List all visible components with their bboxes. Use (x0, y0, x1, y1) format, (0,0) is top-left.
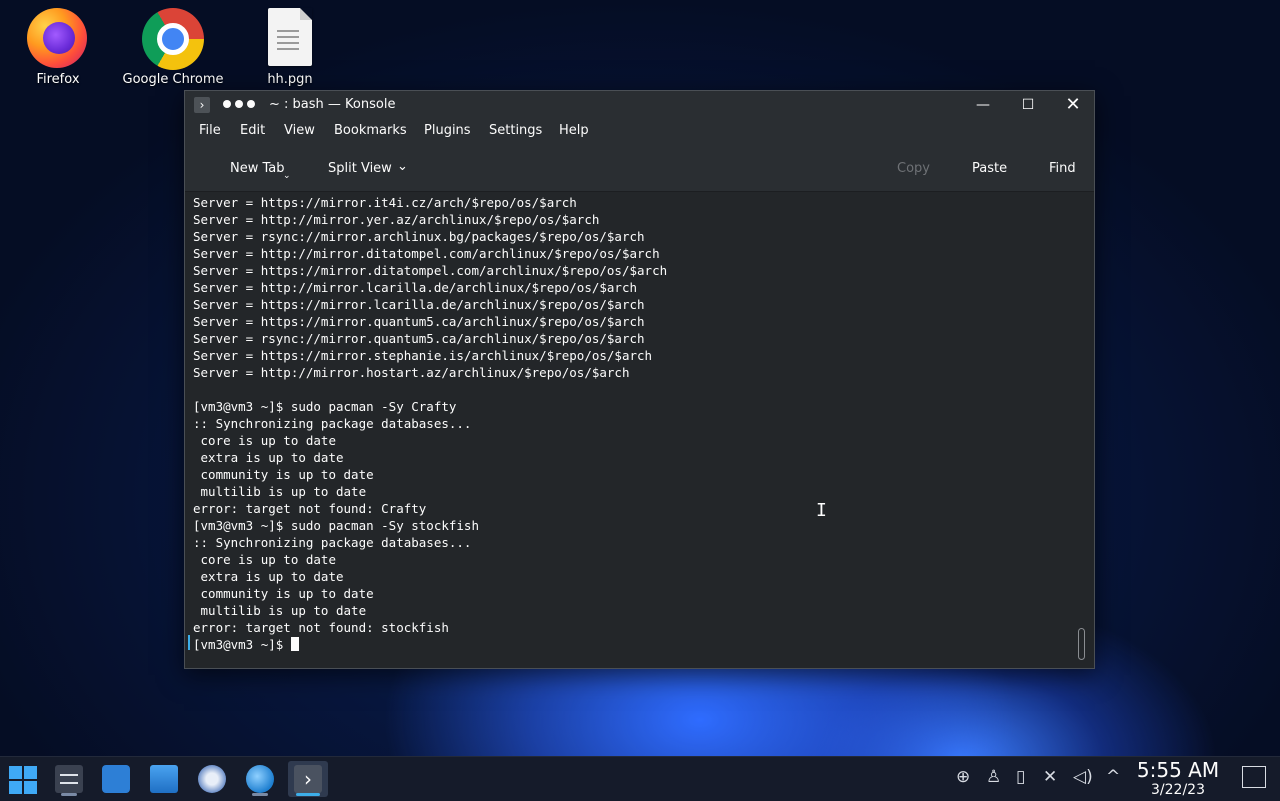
terminal-line: Server = rsync://mirror.quantum5.ca/arch… (193, 331, 645, 346)
terminal-line: Server = http://mirror.yer.az/archlinux/… (193, 212, 600, 227)
konsole-icon: › (294, 765, 322, 793)
scrollbar[interactable] (1076, 192, 1090, 662)
menu-help[interactable]: Help (559, 123, 589, 138)
terminal-line: core is up to date (193, 552, 336, 567)
taskbar-browser[interactable] (240, 761, 280, 797)
split-view-chevron-down-icon[interactable]: ⌄ (397, 159, 408, 174)
close-button[interactable]: ✕ (1051, 91, 1095, 119)
taskbar-system-settings[interactable] (192, 761, 232, 797)
menu-edit[interactable]: Edit (240, 123, 265, 138)
desktop-icon-hh-pgn[interactable]: hh.pgn (235, 2, 345, 87)
clock-time: 5:55 AM (1136, 758, 1220, 782)
terminal-line: error: target not found: stockfish (193, 620, 449, 635)
terminal-cursor (290, 637, 299, 651)
konsole-app-icon[interactable]: › (194, 97, 210, 113)
minimize-button[interactable]: — (961, 91, 1005, 119)
title-bar[interactable]: › ~ : bash — Konsole — ☐ ✕ (185, 91, 1094, 119)
terminal-line: Server = https://mirror.it4i.cz/arch/$re… (193, 195, 577, 210)
terminal-line: error: target not found: Crafty (193, 501, 427, 516)
updates-icon[interactable]: ⊕ (956, 767, 970, 787)
browser-icon (246, 765, 274, 793)
clock-date: 3/22/23 (1151, 782, 1205, 798)
menu-file[interactable]: File (199, 123, 221, 138)
split-view-button[interactable]: Split View (328, 161, 392, 176)
clipboard-icon[interactable]: ▯ (1016, 767, 1025, 787)
terminal-prompt-line: [vm3@vm3 ~]$ (193, 636, 1072, 653)
taskbar: › ⊕ ♙ ▯ ✕ ◁) ^ (0, 756, 1280, 801)
scrollbar-thumb[interactable] (1078, 628, 1085, 660)
window-menu-dots-icon[interactable] (223, 100, 255, 108)
terminal-line: [vm3@vm3 ~]$ sudo pacman -Sy Crafty (193, 399, 457, 414)
firefox-icon (27, 8, 89, 70)
system-settings-icon (198, 765, 226, 793)
running-indicator (61, 793, 77, 796)
terminal-line: extra is up to date (193, 450, 344, 465)
desktop-icon-label: Google Chrome (122, 72, 224, 87)
menu-settings[interactable]: Settings (489, 123, 542, 138)
terminal-line: Server = rsync://mirror.archlinux.bg/pac… (193, 229, 645, 244)
taskbar-store[interactable] (96, 761, 136, 797)
show-desktop-button[interactable] (1242, 766, 1266, 788)
audio-muted-icon[interactable]: ✕ (1043, 767, 1057, 787)
running-indicator (252, 793, 268, 796)
window-title: ~ : bash — Konsole (269, 97, 396, 112)
desktop-icon-label: Firefox (36, 72, 80, 87)
terminal-line: Server = http://mirror.hostart.az/archli… (193, 365, 630, 380)
start-menu-icon (9, 766, 37, 794)
desktop-icon-firefox[interactable]: Firefox (3, 2, 113, 87)
terminal-line: :: Synchronizing package databases... (193, 416, 472, 431)
file-manager-icon (150, 765, 178, 793)
start-menu-button[interactable] (3, 761, 43, 797)
terminal-prompt: [vm3@vm3 ~]$ (193, 637, 291, 652)
maximize-button[interactable]: ☐ (1006, 91, 1050, 119)
desktop-icon-chrome[interactable]: Google Chrome (118, 2, 228, 87)
text-cursor-icon: I (816, 500, 827, 521)
desktop-icon-label: hh.pgn (267, 72, 313, 87)
store-icon (102, 765, 130, 793)
new-tab-dropdown-icon[interactable]: ⌄ (283, 171, 291, 181)
taskbar-konsole[interactable]: › (288, 761, 328, 797)
taskbar-settings[interactable] (49, 761, 89, 797)
text-file-icon (259, 8, 321, 70)
volume-icon[interactable]: ◁) (1073, 767, 1093, 787)
prompt-marker (188, 635, 190, 650)
terminal-line: multilib is up to date (193, 603, 367, 618)
menu-bar: File Edit View Bookmarks Plugins Setting… (185, 119, 1094, 145)
terminal-line: Server = http://mirror.lcarilla.de/archl… (193, 280, 638, 295)
terminal-line: extra is up to date (193, 569, 344, 584)
paste-button[interactable]: Paste (972, 161, 1007, 176)
find-button[interactable]: Find (1049, 161, 1076, 176)
chevron-up-icon[interactable]: ^ (1106, 767, 1120, 787)
active-indicator (296, 793, 320, 796)
terminal-line: [vm3@vm3 ~]$ sudo pacman -Sy stockfish (193, 518, 479, 533)
menu-view[interactable]: View (284, 123, 315, 138)
taskbar-file-manager[interactable] (144, 761, 184, 797)
clock[interactable]: 5:55 AM 3/22/23 (1128, 758, 1228, 798)
konsole-window: › ~ : bash — Konsole — ☐ ✕ File Edit Vie… (184, 90, 1095, 669)
menu-bookmarks[interactable]: Bookmarks (334, 123, 407, 138)
terminal-line: multilib is up to date (193, 484, 367, 499)
chrome-icon (142, 8, 204, 70)
terminal-line: community is up to date (193, 586, 374, 601)
menu-plugins[interactable]: Plugins (424, 123, 471, 138)
terminal-line: community is up to date (193, 467, 374, 482)
terminal-line: :: Synchronizing package databases... (193, 535, 472, 550)
terminal-line: Server = http://mirror.ditatompel.com/ar… (193, 246, 660, 261)
terminal-line: Server = https://mirror.stephanie.is/arc… (193, 348, 653, 363)
copy-button[interactable]: Copy (897, 161, 930, 176)
user-status-icon[interactable]: ♙ (986, 767, 1001, 787)
toolbar: New Tab ⌄ Split View ⌄ Copy Paste Find (185, 145, 1094, 192)
terminal-output[interactable]: Server = https://mirror.it4i.cz/arch/$re… (186, 192, 1072, 662)
terminal-line: Server = https://mirror.quantum5.ca/arch… (193, 314, 645, 329)
terminal-line: Server = https://mirror.lcarilla.de/arch… (193, 297, 645, 312)
settings-icon (55, 765, 83, 793)
terminal-line: core is up to date (193, 433, 336, 448)
terminal-line: Server = https://mirror.ditatompel.com/a… (193, 263, 668, 278)
new-tab-button[interactable]: New Tab (230, 161, 285, 176)
